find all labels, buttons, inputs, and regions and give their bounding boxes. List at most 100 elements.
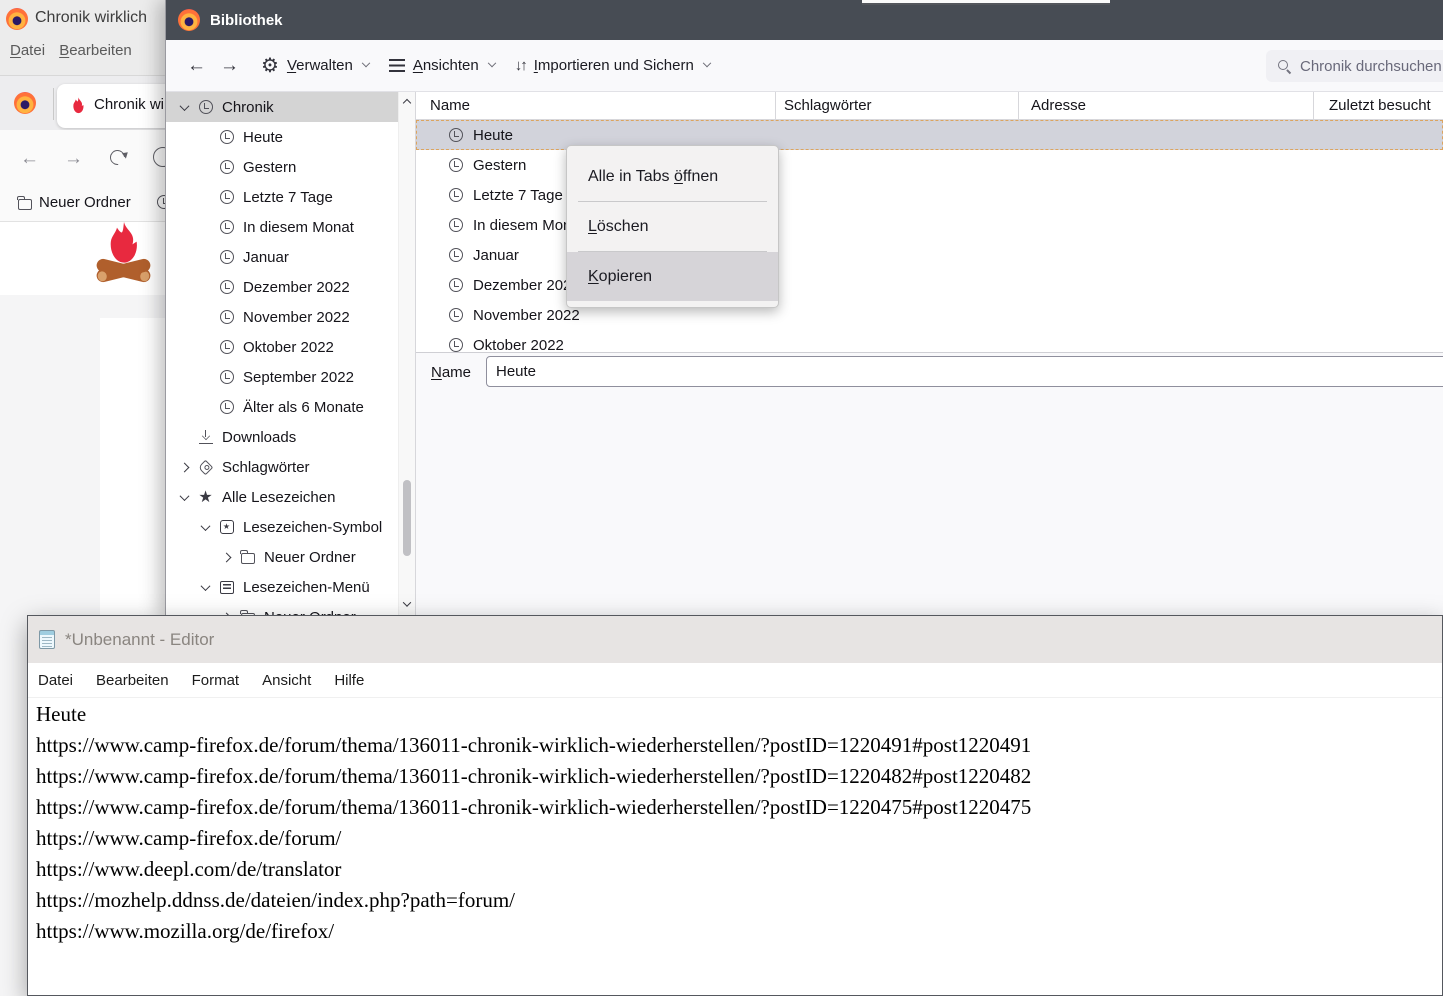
column-header-name[interactable]: Name bbox=[416, 92, 776, 119]
menu-datei[interactable]: Datei bbox=[38, 672, 73, 689]
menu-datei[interactable]: Datei bbox=[10, 42, 45, 59]
text-line: https://www.camp-firefox.de/forum/thema/… bbox=[36, 761, 1438, 792]
chevron-down-icon[interactable] bbox=[179, 101, 189, 111]
sidebar-scrollbar[interactable] bbox=[398, 92, 415, 620]
sidebar-item-oktober-2022[interactable]: Oktober 2022 bbox=[166, 332, 399, 362]
library-sidebar: Chronik Heute Gestern Letzte 7 Tage bbox=[166, 92, 416, 620]
magnifier-icon bbox=[1278, 60, 1288, 70]
sidebar-item-downloads[interactable]: Downloads bbox=[166, 422, 399, 452]
chevron-down-icon bbox=[362, 58, 370, 66]
list-row-label: Dezember 2022 bbox=[473, 277, 580, 294]
search-input[interactable] bbox=[1266, 50, 1443, 82]
sidebar-item-januar[interactable]: Januar bbox=[166, 242, 399, 272]
clock-icon bbox=[220, 340, 234, 354]
sidebar-item-neuer-ordner[interactable]: Neuer Ordner bbox=[166, 542, 399, 572]
download-icon bbox=[199, 430, 213, 444]
menu-hilfe[interactable]: Hilfe bbox=[334, 672, 364, 689]
notepad-text-area[interactable]: Heute https://www.camp-firefox.de/forum/… bbox=[28, 698, 1442, 947]
back-icon[interactable]: ← bbox=[20, 149, 39, 168]
star-box-icon bbox=[220, 520, 234, 534]
clock-icon bbox=[199, 100, 213, 114]
text-line: https://www.deepl.com/de/translator bbox=[36, 854, 1438, 885]
name-field[interactable] bbox=[486, 356, 1443, 387]
scroll-down-icon[interactable] bbox=[399, 596, 415, 612]
column-header-adresse[interactable]: Adresse bbox=[1019, 92, 1314, 119]
history-search bbox=[1266, 50, 1443, 82]
clock-icon bbox=[220, 310, 234, 324]
clock-icon bbox=[449, 128, 463, 142]
list-row-label: Januar bbox=[473, 247, 519, 264]
name-field-label: Name bbox=[431, 364, 471, 381]
sidebar-item-label: Älter als 6 Monate bbox=[243, 399, 364, 416]
context-menu: Alle in Tabs öffnen Löschen Kopieren bbox=[566, 145, 779, 308]
chevron-down-icon[interactable] bbox=[179, 491, 189, 501]
notepad-menubar: Datei Bearbeiten Format Ansicht Hilfe bbox=[28, 663, 1442, 698]
sidebar-item-aelter-als-6-monate[interactable]: Älter als 6 Monate bbox=[166, 392, 399, 422]
sidebar-tree: Chronik Heute Gestern Letzte 7 Tage bbox=[166, 92, 399, 620]
sidebar-item-september-2022[interactable]: September 2022 bbox=[166, 362, 399, 392]
sidebar-item-label: Gestern bbox=[243, 159, 296, 176]
firefox-icon[interactable] bbox=[14, 92, 36, 114]
sidebar-item-november-2022[interactable]: November 2022 bbox=[166, 302, 399, 332]
context-menu-item-alle-in-tabs-oeffnen[interactable]: Alle in Tabs öffnen bbox=[567, 152, 778, 201]
menu-ansicht[interactable]: Ansicht bbox=[262, 672, 311, 689]
import-backup-menu-button[interactable]: ↓↑ Importieren und Sichern bbox=[515, 57, 710, 74]
clock-icon bbox=[220, 400, 234, 414]
context-menu-item-loeschen[interactable]: Löschen bbox=[567, 202, 778, 251]
chevron-right-icon[interactable] bbox=[221, 552, 231, 562]
notepad-window: *Unbenannt - Editor Datei Bearbeiten For… bbox=[27, 615, 1443, 996]
clock-icon bbox=[220, 280, 234, 294]
text-line: https://www.camp-firefox.de/forum/ bbox=[36, 823, 1438, 854]
library-window-title: Bibliothek bbox=[210, 12, 283, 29]
list-row-label: Gestern bbox=[473, 157, 526, 174]
sidebar-item-in-diesem-monat[interactable]: In diesem Monat bbox=[166, 212, 399, 242]
sidebar-item-schlagwoerter[interactable]: Schlagwörter bbox=[166, 452, 399, 482]
menu-bearbeiten[interactable]: Bearbeiten bbox=[96, 672, 169, 689]
views-menu-button[interactable]: Ansichten bbox=[389, 57, 495, 74]
menu-bearbeiten[interactable]: Bearbeiten bbox=[59, 42, 132, 59]
clock-icon bbox=[220, 220, 234, 234]
reload-icon[interactable] bbox=[107, 147, 128, 168]
sidebar-item-label: Letzte 7 Tage bbox=[243, 189, 333, 206]
sidebar-item-dezember-2022[interactable]: Dezember 2022 bbox=[166, 272, 399, 302]
sidebar-item-heute[interactable]: Heute bbox=[166, 122, 399, 152]
chevron-down-icon[interactable] bbox=[200, 581, 210, 591]
bookmark-folder-neuer-ordner[interactable]: Neuer Ordner bbox=[39, 194, 131, 211]
manage-menu-button[interactable]: ⚙ Verwalten bbox=[261, 56, 369, 76]
chevron-down-icon[interactable] bbox=[200, 521, 210, 531]
text-line: https://www.camp-firefox.de/forum/thema/… bbox=[36, 730, 1438, 761]
sidebar-item-lesezeichen-menue[interactable]: Lesezeichen-Menü bbox=[166, 572, 399, 602]
sidebar-item-chronik[interactable]: Chronik bbox=[166, 92, 399, 122]
sidebar-item-label: Heute bbox=[243, 129, 283, 146]
sidebar-item-alle-lesezeichen[interactable]: Alle Lesezeichen bbox=[166, 482, 399, 512]
tag-icon bbox=[198, 459, 214, 475]
sidebar-item-letzte-7-tage[interactable]: Letzte 7 Tage bbox=[166, 182, 399, 212]
tab-strip: Chronik wirklich bbox=[0, 76, 166, 130]
sidebar-item-gestern[interactable]: Gestern bbox=[166, 152, 399, 182]
tab-chronik[interactable]: Chronik wirklich bbox=[57, 84, 166, 128]
scrollbar-thumb[interactable] bbox=[403, 480, 411, 556]
chevron-down-icon bbox=[487, 58, 495, 66]
text-line: https://mozhelp.ddnss.de/dateien/index.p… bbox=[36, 885, 1438, 916]
sidebar-item-label: September 2022 bbox=[243, 369, 354, 386]
column-header-zuletzt-besucht[interactable]: Zuletzt besucht bbox=[1314, 92, 1443, 119]
scroll-up-icon[interactable] bbox=[399, 95, 415, 111]
context-menu-item-kopieren[interactable]: Kopieren bbox=[567, 252, 778, 301]
text-line: https://www.mozilla.org/de/firefox/ bbox=[36, 916, 1438, 947]
chevron-right-icon[interactable] bbox=[179, 462, 189, 472]
gear-icon: ⚙ bbox=[261, 56, 279, 76]
sidebar-item-label: Lesezeichen-Menü bbox=[243, 579, 370, 596]
firefox-icon bbox=[178, 9, 200, 31]
sidebar-item-lesezeichen-symbol[interactable]: Lesezeichen-Symbol bbox=[166, 512, 399, 542]
column-header-schlagwoerter[interactable]: Schlagwörter bbox=[776, 92, 1019, 119]
library-window: Bibliothek ← → ⚙ Verwalten Ansichten ↓↑ … bbox=[165, 0, 1443, 620]
back-icon[interactable]: ← bbox=[187, 56, 206, 75]
forward-icon[interactable]: → bbox=[220, 56, 239, 75]
sidebar-item-label: November 2022 bbox=[243, 309, 350, 326]
forward-icon[interactable]: → bbox=[64, 149, 83, 168]
notepad-titlebar: *Unbenannt - Editor bbox=[28, 616, 1442, 663]
clock-icon bbox=[220, 130, 234, 144]
sidebar-item-label: Chronik bbox=[222, 99, 274, 116]
sidebar-item-label: Schlagwörter bbox=[222, 459, 310, 476]
menu-format[interactable]: Format bbox=[192, 672, 240, 689]
